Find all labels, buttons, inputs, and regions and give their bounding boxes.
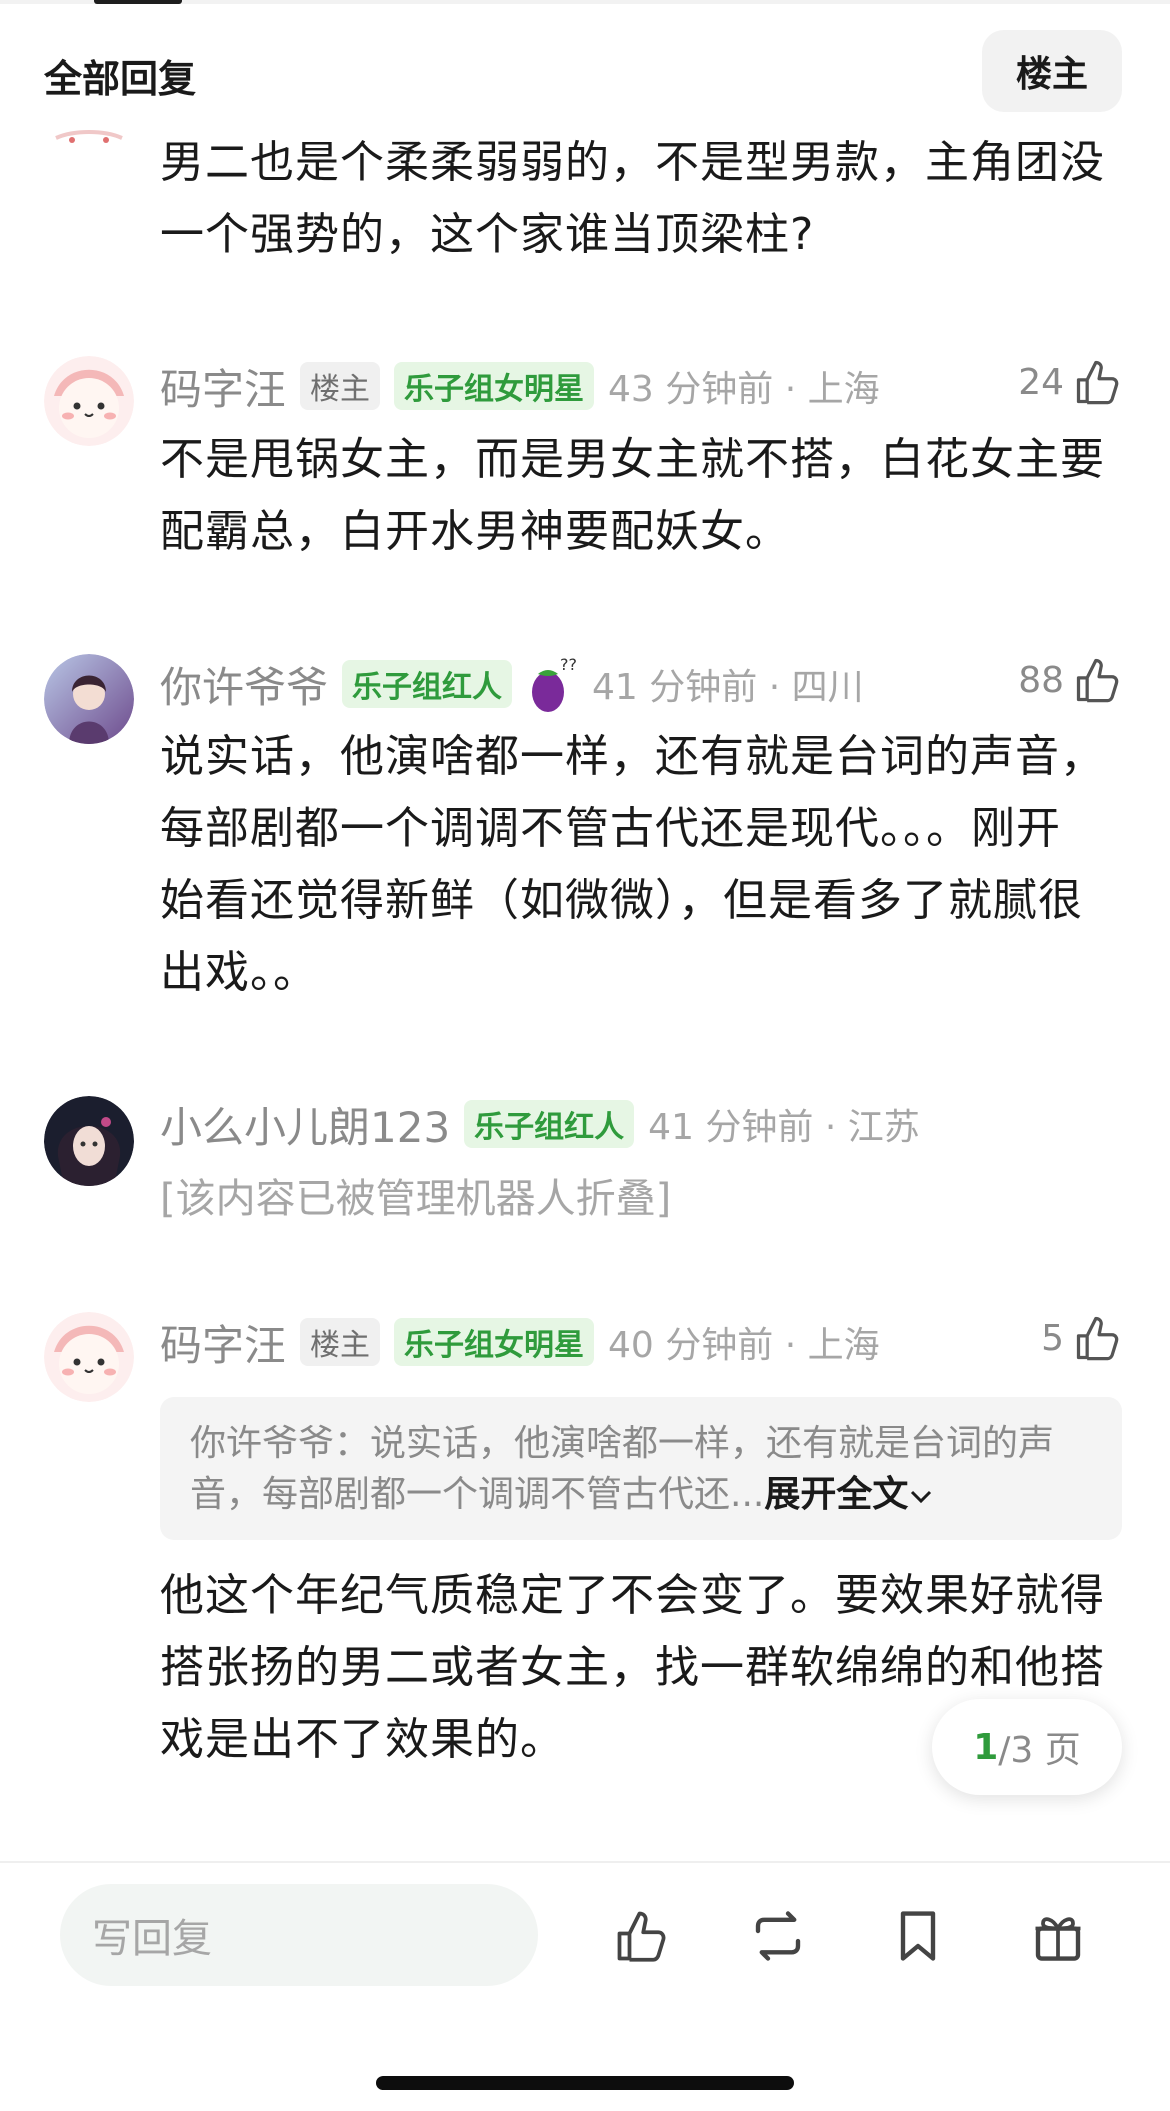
comment-content: 说实话，他演啥都一样，还有就是台词的声音，每部剧都一个调调不管古代还是现代。。。… [160,731,1105,998]
timestamp-location: 43 分钟前 · 上海 [608,369,880,410]
thumbs-up-icon [1076,360,1119,405]
folded-notice[interactable]: [该内容已被管理机器人折叠] [160,1166,671,1224]
user-title-badge: 乐子组女明星 [394,362,595,410]
comment-content: 男二也是个柔柔弱弱的，不是型男款，主角团没一个强势的，这个家谁当顶梁柱? [160,137,1105,260]
like-post-button[interactable] [612,1906,672,1970]
comment-content: 不是甩锅女主，而是男女主就不搭，白花女主要配霸总，白开水男神要配妖女。 [160,434,1105,557]
bottom-bar-divider [0,1861,1170,1863]
sheet-handle [94,0,182,4]
gift-icon [1035,1917,1081,1961]
op-badge: 楼主 [300,362,381,410]
like-button[interactable]: 24 [1018,356,1124,408]
bookmark-icon [900,1911,936,1961]
page-indicator[interactable]: 1/3 页 [932,1699,1122,1795]
current-page: 1 [973,1726,999,1768]
user-name[interactable]: 你许爷爷 [160,654,328,715]
avatar[interactable] [44,1312,134,1402]
avatar[interactable] [44,654,134,744]
avatar[interactable] [44,42,134,146]
eggplant-badge-icon: ?? [526,654,578,714]
only-op-button[interactable]: 楼主 [982,30,1122,112]
user-name[interactable]: 码字汪 [160,1312,286,1373]
user-name[interactable]: 码字汪 [160,356,286,417]
repost-icon [755,1911,801,1961]
repost-button[interactable] [748,1906,808,1970]
avatar[interactable] [44,1096,134,1186]
chevron-down-icon [908,1469,938,1520]
like-count: 24 [1018,361,1064,403]
user-title-badge: 乐子组红人 [342,660,513,708]
svg-text:??: ?? [560,655,577,674]
timestamp-location: 41 分钟前 · 江苏 [648,1107,920,1148]
timestamp-location: 40 分钟前 · 上海 [608,1325,880,1366]
user-title-badge: 乐子组红人 [464,1100,635,1148]
thumbs-up-icon [617,1911,666,1962]
like-button[interactable]: 88 [1018,654,1124,706]
timestamp-location: 41 分钟前 · 四川 [592,667,864,708]
user-title-badge: 乐子组女明星 [394,1318,595,1366]
expand-full-text-link[interactable]: 展开全文 [764,1474,908,1515]
like-count: 88 [1018,659,1064,701]
like-button[interactable]: 5 [1041,1312,1124,1364]
total-pages: /3 页 [998,1730,1081,1771]
thumbs-up-icon [1076,1316,1119,1361]
bookmark-button[interactable] [888,1906,948,1970]
avatar[interactable] [44,356,134,446]
quoted-reply-text: 你许爷爷：说实话，他演啥都一样，还有就是台词的声音，每部剧都一个调调不管古代还.… [190,1418,1090,1520]
thumbs-up-icon [1076,658,1119,703]
op-badge: 楼主 [300,1318,381,1366]
gift-button[interactable] [1028,1906,1088,1970]
like-count: 5 [1041,1317,1064,1359]
reply-input[interactable]: 写回复 [60,1884,538,1986]
user-name[interactable]: 小么小儿朗123 [160,1094,450,1155]
home-indicator [376,2076,794,2090]
